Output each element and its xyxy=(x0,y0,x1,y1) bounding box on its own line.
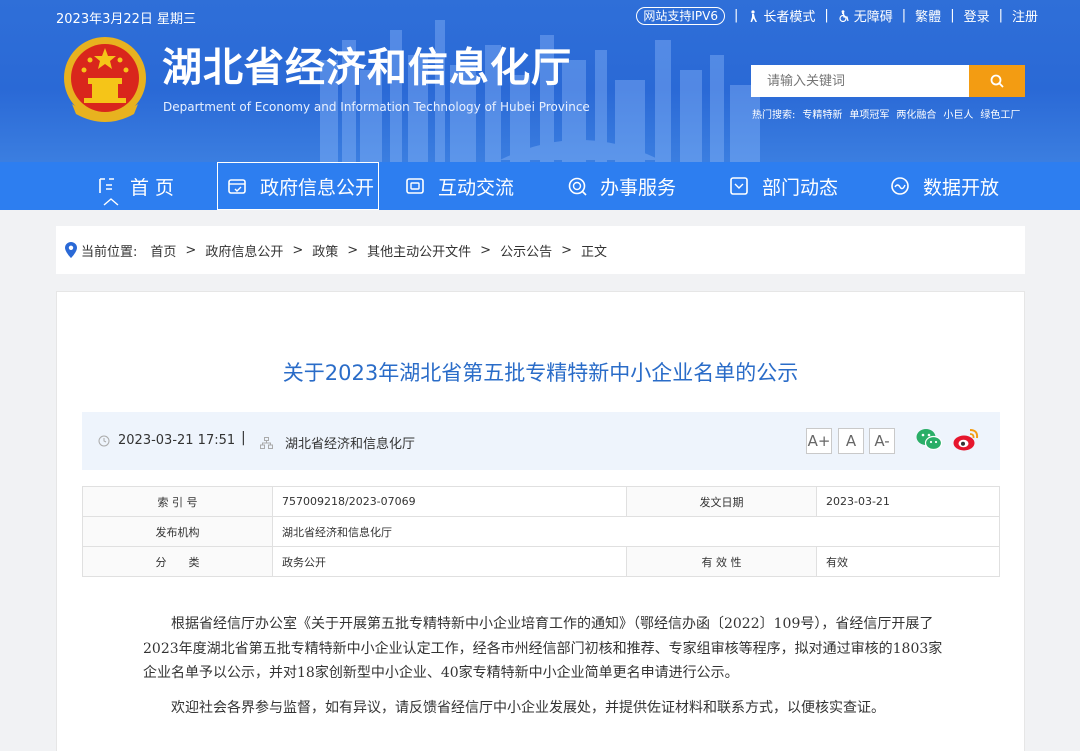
nav-data[interactable]: 数据开放 xyxy=(889,162,999,210)
site-title: 湖北省经济和信息化厅 xyxy=(162,45,572,91)
accessibility-link[interactable]: 无障碍 xyxy=(838,6,893,25)
nav-gov-info[interactable]: 政府信息公开 xyxy=(217,162,379,210)
article-panel: 关于2023年湖北省第五批专精特新中小企业名单的公示 2023-03-21 17… xyxy=(56,291,1025,751)
nav-interaction-label: 互动交流 xyxy=(438,176,515,199)
validity-label: 有 效 性 xyxy=(626,546,817,577)
nav-interaction[interactable]: 互动交流 xyxy=(404,162,514,210)
article-source: 湖北省经济和信息化厅 xyxy=(260,433,415,452)
location-pin-icon xyxy=(65,242,77,258)
index-label: 索 引 号 xyxy=(82,486,273,517)
nav-news[interactable]: 部门动态 xyxy=(728,162,838,210)
breadcrumb-other-files[interactable]: 其他主动公开文件 xyxy=(367,241,471,260)
register-link[interactable]: 注册 xyxy=(1012,6,1038,25)
hot-search-label: 热门搜索: xyxy=(752,110,796,121)
breadcrumb-policy[interactable]: 政策 xyxy=(312,241,338,260)
org-icon xyxy=(260,436,273,449)
data-icon xyxy=(891,177,909,195)
traditional-chinese-link[interactable]: 繁體 xyxy=(915,6,941,25)
home-icon xyxy=(99,178,114,193)
divider: | xyxy=(733,8,739,23)
wheelchair-icon xyxy=(839,9,849,22)
site-header: 2023年3月22日 星期三 网站支持IPV6 | 长者模式 | 无障碍 | 繁… xyxy=(0,0,1080,162)
search-icon xyxy=(990,74,1004,88)
search-input[interactable] xyxy=(751,65,969,97)
hot-search-term[interactable]: 两化融合 xyxy=(896,106,936,121)
article-paragraph: 根据省经信厅办公室《关于开展第五批专精特新中小企业培育工作的通知》（鄂经信办函〔… xyxy=(143,616,943,681)
site-subtitle: Department of Economy and Information Te… xyxy=(163,100,590,114)
publish-time: 2023-03-21 17:51 xyxy=(98,433,235,448)
font-smaller-button[interactable]: A- xyxy=(869,428,895,454)
search-box xyxy=(751,65,1025,97)
news-icon xyxy=(730,177,748,195)
org-value: 湖北省经济和信息化厅 xyxy=(272,516,1000,547)
ipv6-badge[interactable]: 网站支持IPV6 xyxy=(636,6,725,25)
article-paragraph: 欢迎社会各界参与监督，如有异议，请反馈省经信厅中小企业发展处，并提供佐证材料和联… xyxy=(171,699,885,716)
article-title: 关于2023年湖北省第五批专精特新中小企业名单的公示 xyxy=(282,361,799,385)
breadcrumb-separator: > xyxy=(480,242,492,258)
category-value: 政务公开 xyxy=(272,546,627,577)
article-info-table: 索 引 号 757009218/2023-07069 发文日期 2023-03-… xyxy=(82,486,1000,577)
date-value: 2023-03-21 xyxy=(816,486,1000,517)
gov-info-icon xyxy=(228,179,246,194)
nav-news-label: 部门动态 xyxy=(762,176,839,199)
org-label: 发布机构 xyxy=(82,516,273,547)
nav-services-label: 办事服务 xyxy=(600,176,677,199)
elder-mode-label: 长者模式 xyxy=(763,10,816,25)
divider: | xyxy=(241,430,246,446)
nav-data-label: 数据开放 xyxy=(923,176,1000,199)
validity-value: 有效 xyxy=(816,546,1000,577)
login-link[interactable]: 登录 xyxy=(964,6,990,25)
elder-icon xyxy=(750,9,758,22)
font-normal-button[interactable]: A xyxy=(838,428,864,454)
divider: | xyxy=(901,8,907,23)
service-icon xyxy=(568,177,587,196)
hot-search-term[interactable]: 专精特新 xyxy=(802,106,842,121)
breadcrumb-separator: > xyxy=(347,242,359,258)
clock-icon xyxy=(98,435,110,446)
main-nav: 首 页 政府信息公开 互动交流 办事服务 部门动态 数据开放 xyxy=(0,162,1080,210)
article-body: 根据省经信厅办公室《关于开展第五批专精特新中小企业培育工作的通知》（鄂经信办函〔… xyxy=(143,612,943,730)
nav-gov-info-label: 政府信息公开 xyxy=(260,176,375,199)
breadcrumb-announcements[interactable]: 公示公告 xyxy=(500,241,552,260)
search-button[interactable] xyxy=(969,65,1025,97)
caret-up-icon xyxy=(103,198,119,206)
hot-searches: 热门搜索: 专精特新 单项冠军 两化融合 小巨人 绿色工厂 xyxy=(752,106,1027,121)
divider: | xyxy=(824,8,829,23)
table-row: 发布机构 湖北省经济和信息化厅 xyxy=(82,516,1000,547)
accessibility-label: 无障碍 xyxy=(853,10,893,25)
breadcrumb-separator: > xyxy=(185,242,197,258)
index-value: 757009218/2023-07069 xyxy=(272,486,627,517)
publish-time-value: 2023-03-21 17:51 xyxy=(118,433,236,448)
breadcrumb-gov-info[interactable]: 政府信息公开 xyxy=(205,241,283,260)
date-label: 发文日期 xyxy=(626,486,817,517)
hot-search-term[interactable]: 绿色工厂 xyxy=(980,106,1020,121)
national-emblem-logo xyxy=(64,37,146,122)
breadcrumb-current: 正文 xyxy=(581,244,608,260)
category-label: 分 类 xyxy=(82,546,273,577)
divider: | xyxy=(998,8,1003,23)
article-meta-bar: 2023-03-21 17:51 | 湖北省经济和信息化厅 A+ A A- xyxy=(82,412,1000,470)
chat-icon xyxy=(406,178,424,194)
elder-mode-link[interactable]: 长者模式 xyxy=(747,6,815,25)
top-links: 网站支持IPV6 | 长者模式 | 无障碍 | 繁體 | 登录 | 注册 xyxy=(636,6,1038,25)
article-source-value: 湖北省经济和信息化厅 xyxy=(285,437,416,452)
table-row: 分 类 政务公开 有 效 性 有效 xyxy=(82,546,1000,577)
current-date: 2023年3月22日 星期三 xyxy=(56,12,197,27)
breadcrumb-home[interactable]: 首页 xyxy=(150,241,176,260)
hot-search-term[interactable]: 单项冠军 xyxy=(849,106,889,121)
breadcrumb-prefix: 当前位置: xyxy=(81,244,138,260)
font-larger-button[interactable]: A+ xyxy=(806,428,832,454)
nav-services[interactable]: 办事服务 xyxy=(566,162,676,210)
breadcrumb-separator: > xyxy=(292,242,304,258)
wechat-share-icon[interactable] xyxy=(915,427,943,453)
breadcrumb: 当前位置: 首页 > 政府信息公开 > 政策 > 其他主动公开文件 > 公示公告… xyxy=(56,226,1025,274)
table-row: 索 引 号 757009218/2023-07069 发文日期 2023-03-… xyxy=(82,486,1000,517)
nav-home-label: 首 页 xyxy=(130,176,175,199)
weibo-share-icon[interactable] xyxy=(952,427,980,453)
hot-search-term[interactable]: 小巨人 xyxy=(943,106,973,121)
breadcrumb-separator: > xyxy=(561,242,572,258)
divider: | xyxy=(950,8,955,23)
